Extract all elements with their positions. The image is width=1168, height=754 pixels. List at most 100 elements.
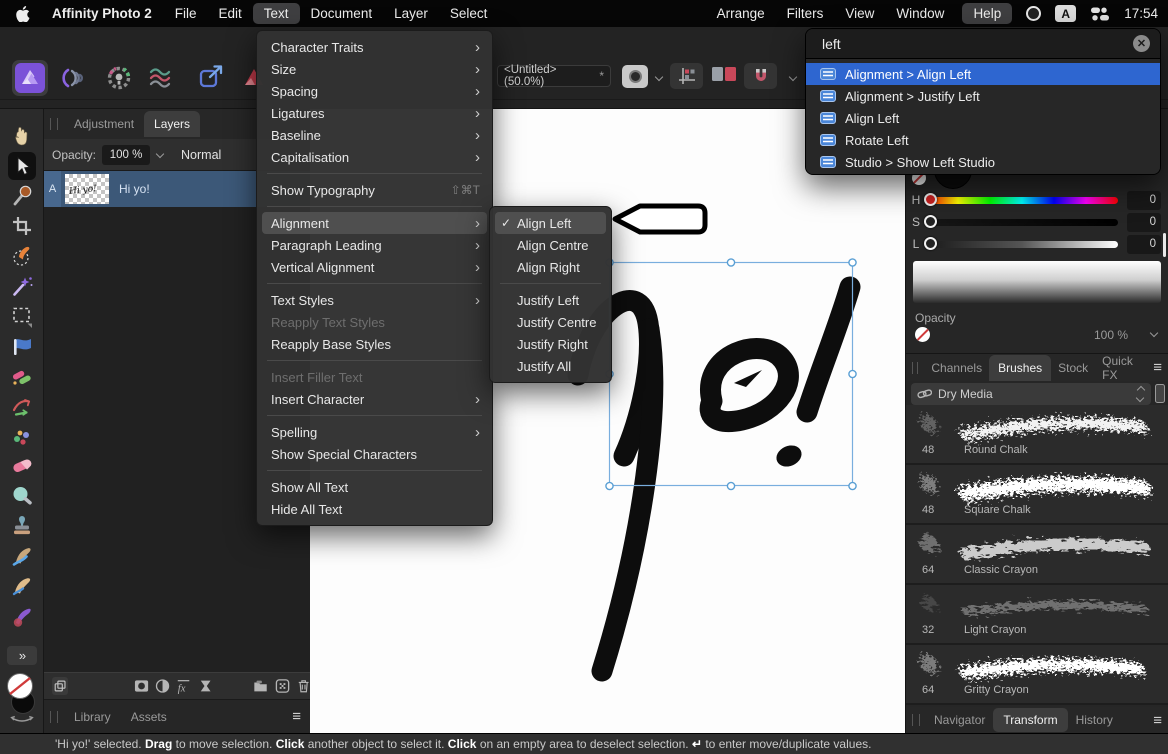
submenu-item-align-centre[interactable]: Align Centre <box>490 234 611 256</box>
panel-grip[interactable] <box>912 362 918 374</box>
snapping-magnet-icon[interactable] <box>744 63 777 89</box>
submenu-item-align-left[interactable]: ✓Align Left <box>495 212 606 234</box>
menu-item-spacing[interactable]: Spacing› <box>257 80 492 102</box>
help-search-field[interactable]: left ✕ <box>806 29 1160 59</box>
tab-transform[interactable]: Transform <box>993 708 1067 732</box>
menu-text[interactable]: Text <box>253 3 300 24</box>
saturation-slider[interactable] <box>926 219 1118 226</box>
eraser-tool-icon[interactable] <box>8 452 36 480</box>
view-tool-hand-icon[interactable] <box>8 122 36 150</box>
mask-layer-icon[interactable] <box>134 678 149 694</box>
menu-arrange[interactable]: Arrange <box>713 3 769 24</box>
selection-brush-tool-icon[interactable] <box>8 242 36 270</box>
color-picker-tool-icon[interactable] <box>8 182 36 210</box>
tab-library[interactable]: Library <box>64 704 121 730</box>
opacity-input[interactable]: 100 % <box>102 145 150 165</box>
live-filter-icon[interactable] <box>199 678 212 694</box>
crop-tool-icon[interactable] <box>8 212 36 240</box>
assistant-chevron-icon[interactable] <box>655 73 664 82</box>
menu-item-show-special-characters[interactable]: Show Special Characters <box>257 443 492 465</box>
menu-select[interactable]: Select <box>439 3 499 24</box>
tab-layers[interactable]: Layers <box>144 111 200 137</box>
menu-item-ligatures[interactable]: Ligatures› <box>257 102 492 124</box>
menu-item-alignment[interactable]: Alignment› <box>262 212 487 234</box>
burn-tool-icon[interactable] <box>8 602 36 630</box>
flood-select-tool-icon[interactable] <box>8 272 36 300</box>
paint-mixer-tool-icon[interactable] <box>8 422 36 450</box>
menu-item-capitalisation[interactable]: Capitalisation› <box>257 146 492 168</box>
menu-item-show-typography[interactable]: Show Typography⇧⌘T <box>257 179 492 201</box>
tab-history[interactable]: History <box>1068 708 1121 732</box>
clock[interactable]: 17:54 <box>1124 6 1158 21</box>
menu-item-size[interactable]: Size› <box>257 58 492 80</box>
photo-persona-icon[interactable] <box>12 60 48 96</box>
menu-item-show-all-text[interactable]: Show All Text <box>257 476 492 498</box>
apple-menu[interactable] <box>0 4 40 24</box>
menu-item-baseline[interactable]: Baseline› <box>257 124 492 146</box>
hue-slider[interactable] <box>926 197 1118 204</box>
panel-menu-icon[interactable]: ≡ <box>282 708 310 725</box>
brush-classic-crayon[interactable]: 64 Classic Crayon <box>906 525 1168 585</box>
screen-record-indicator-icon[interactable] <box>1026 6 1041 21</box>
submenu-item-justify-all[interactable]: Justify All <box>490 355 611 377</box>
move-tool-icon[interactable] <box>8 152 36 180</box>
assistant-icon[interactable] <box>622 65 648 88</box>
brush-light-crayon[interactable]: 32 Light Crayon <box>906 585 1168 645</box>
brush-panel-toggle-icon[interactable] <box>1155 384 1165 403</box>
help-result-justify-left[interactable]: Alignment > Justify Left <box>806 85 1160 107</box>
color-opacity-chevron-icon[interactable] <box>1150 329 1159 338</box>
guides-icon[interactable] <box>670 63 703 89</box>
panel-grip[interactable] <box>50 118 58 130</box>
smudge-tool-icon[interactable] <box>8 542 36 570</box>
help-result-rotate-left[interactable]: Rotate Left <box>806 129 1160 151</box>
menu-layer[interactable]: Layer <box>383 3 439 24</box>
menu-file[interactable]: File <box>164 3 208 24</box>
tab-navigator[interactable]: Navigator <box>926 708 993 732</box>
dodge-tool-icon[interactable] <box>8 572 36 600</box>
brushes-menu-icon[interactable]: ≡ <box>1145 359 1168 376</box>
blur-tool-icon[interactable] <box>8 482 36 510</box>
opacity-chevron-icon[interactable] <box>156 150 165 159</box>
submenu-item-align-right[interactable]: Align Right <box>490 256 611 278</box>
clear-search-icon[interactable]: ✕ <box>1133 35 1150 52</box>
panel-grip[interactable] <box>912 714 920 726</box>
menu-item-hide-all-text[interactable]: Hide All Text <box>257 498 492 520</box>
group-layers-icon[interactable] <box>253 678 268 694</box>
tab-assets[interactable]: Assets <box>121 704 177 730</box>
document-tab[interactable]: <Untitled> (50.0%) * <box>497 65 611 87</box>
color-opacity-value[interactable]: 100 % <box>1094 328 1128 342</box>
hue-value[interactable]: 0 <box>1127 191 1161 210</box>
menu-view[interactable]: View <box>841 3 878 24</box>
menu-item-vertical-alignment[interactable]: Vertical Alignment› <box>257 256 492 278</box>
export-persona-icon[interactable] <box>194 60 230 96</box>
menu-document[interactable]: Document <box>300 3 384 24</box>
submenu-item-justify-centre[interactable]: Justify Centre <box>490 311 611 333</box>
input-source-indicator[interactable]: A <box>1055 5 1076 22</box>
transform-menu-icon[interactable]: ≡ <box>1145 712 1168 729</box>
menu-item-reapply-base-styles[interactable]: Reapply Base Styles <box>257 333 492 355</box>
help-result-align-left-2[interactable]: Align Left <box>806 107 1160 129</box>
snapping-chevron-icon[interactable] <box>789 73 798 82</box>
blend-mode-select[interactable]: Normal <box>181 148 221 162</box>
menu-item-character-traits[interactable]: Character Traits› <box>257 36 492 58</box>
develop-persona-icon[interactable] <box>58 60 94 96</box>
delete-layer-icon[interactable] <box>297 678 310 694</box>
menu-help[interactable]: Help <box>962 3 1012 24</box>
menu-item-spelling[interactable]: Spelling› <box>257 421 492 443</box>
submenu-item-justify-left[interactable]: Justify Left <box>490 289 611 311</box>
tab-channels[interactable]: Channels <box>924 355 989 381</box>
more-tools-button[interactable]: » <box>7 646 37 665</box>
brush-gritty-crayon[interactable]: 64 Gritty Crayon <box>906 645 1168 705</box>
marquee-tool-icon[interactable] <box>8 302 36 330</box>
control-center-icon[interactable] <box>1090 6 1110 22</box>
menu-item-text-styles[interactable]: Text Styles› <box>257 289 492 311</box>
menu-window[interactable]: Window <box>892 3 948 24</box>
node-tool-icon[interactable] <box>8 392 36 420</box>
brush-square-chalk[interactable]: 48 Square Chalk <box>906 465 1168 525</box>
tab-brushes[interactable]: Brushes <box>989 355 1051 381</box>
brush-category-select[interactable]: Dry Media <box>911 383 1151 405</box>
edit-all-layers-icon[interactable] <box>52 677 68 695</box>
adjustment-layer-icon[interactable] <box>155 678 170 694</box>
fill-tool-icon[interactable] <box>8 332 36 360</box>
color-wells[interactable] <box>2 669 42 725</box>
